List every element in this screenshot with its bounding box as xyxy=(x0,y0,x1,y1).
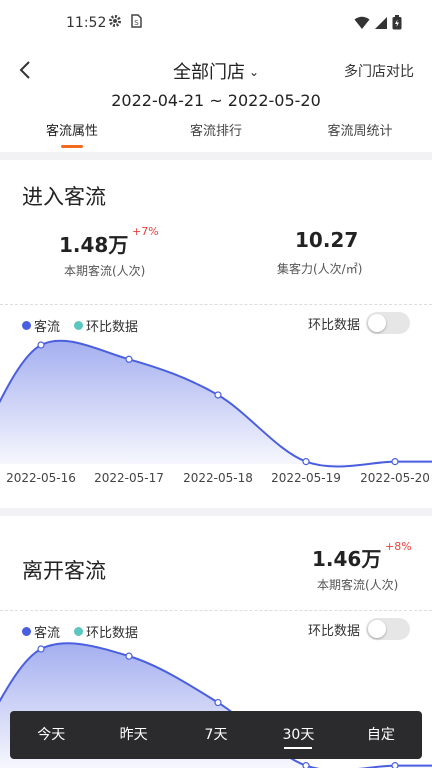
divider xyxy=(0,610,432,611)
data-point[interactable] xyxy=(214,391,222,399)
comparison-toggle-row: 环比数据 xyxy=(308,618,410,640)
x-tick-label: 2022-05-20 xyxy=(360,471,430,485)
active-tab-indicator xyxy=(61,145,83,148)
comparison-toggle-row: 环比数据 xyxy=(308,312,410,334)
card-title: 进入客流 xyxy=(22,185,106,209)
x-tick-label: 2022-05-16 xyxy=(6,471,76,485)
signal-icon xyxy=(375,16,387,29)
card-title: 离开客流 xyxy=(22,559,106,583)
x-tick-label: 2022-05-18 xyxy=(183,471,253,485)
entry-traffic-value: 1.48万 xyxy=(59,233,129,257)
exit-traffic-label: 本期客流(人次) xyxy=(317,578,399,592)
legend-item-comparison[interactable]: 环比数据 xyxy=(74,316,138,335)
comparison-toggle[interactable] xyxy=(366,312,410,334)
legend-item-traffic[interactable]: 客流 xyxy=(22,622,60,641)
exit-traffic-change: +8% xyxy=(385,540,412,553)
series-area xyxy=(0,340,432,467)
data-point[interactable] xyxy=(302,762,310,768)
status-icons-left: S xyxy=(108,14,142,28)
chart-legend: 客流 环比数据 xyxy=(22,622,138,641)
multi-store-compare-link[interactable]: 多门店对比 xyxy=(344,61,414,81)
sim-icon: S xyxy=(131,14,142,28)
tab-traffic-ranking[interactable]: 客流排行 xyxy=(144,120,288,139)
data-point[interactable] xyxy=(125,652,133,660)
status-time: 11:52 xyxy=(66,15,107,31)
comparison-toggle[interactable] xyxy=(366,618,410,640)
x-tick-label: 2022-05-19 xyxy=(271,471,341,485)
entry-traffic-change: +7% xyxy=(132,225,159,238)
attraction-label: 集客力(人次/㎡) xyxy=(277,262,363,276)
data-point[interactable] xyxy=(391,762,399,768)
period-yesterday[interactable]: 昨天 xyxy=(92,711,174,759)
toggle-knob xyxy=(368,620,386,638)
tab-bar: 客流属性 客流排行 客流周统计 xyxy=(0,120,432,150)
legend-item-comparison[interactable]: 环比数据 xyxy=(74,622,138,641)
data-point[interactable] xyxy=(37,645,45,653)
chart-legend: 客流 环比数据 xyxy=(22,316,138,335)
toggle-label: 环比数据 xyxy=(307,317,360,333)
status-bar: 11:52 S xyxy=(0,0,432,48)
data-point[interactable] xyxy=(391,458,399,466)
svg-text:S: S xyxy=(134,19,139,27)
attraction-value: 10.27 xyxy=(295,228,359,252)
date-range[interactable]: 2022-04-21 ~ 2022-05-20 xyxy=(0,91,432,110)
settings-icon xyxy=(109,15,121,27)
period-custom[interactable]: 自定 xyxy=(340,711,422,759)
period-30-days[interactable]: 30天 xyxy=(257,711,339,759)
legend-item-traffic[interactable]: 客流 xyxy=(22,316,60,335)
chevron-down-icon: ⌄ xyxy=(248,65,260,79)
data-point[interactable] xyxy=(125,355,133,363)
x-tick-label: 2022-05-17 xyxy=(94,471,164,485)
divider xyxy=(0,304,432,305)
tab-traffic-attributes[interactable]: 客流属性 xyxy=(0,120,144,139)
data-point[interactable] xyxy=(37,341,45,349)
battery-icon xyxy=(392,15,402,30)
exit-traffic-value: 1.46万 xyxy=(312,547,382,571)
data-point[interactable] xyxy=(302,458,310,466)
wifi-icon xyxy=(354,16,370,29)
data-point[interactable] xyxy=(214,698,222,707)
store-select-label: 全部门店 xyxy=(172,62,245,83)
period-selector-bar: 今天 昨天 7天 30天 自定 xyxy=(10,711,422,759)
tab-weekly-stats[interactable]: 客流周统计 xyxy=(288,120,432,139)
entry-traffic-label: 本期客流(人次) xyxy=(64,264,146,278)
status-icons-right xyxy=(354,15,402,30)
period-7-days[interactable]: 7天 xyxy=(175,711,257,759)
period-today[interactable]: 今天 xyxy=(10,711,92,759)
toggle-label: 环比数据 xyxy=(307,623,360,639)
header: 全部门店 ⌄ 多门店对比 2022-04-21 ~ 2022-05-20 客流属性… xyxy=(0,48,432,152)
entry-traffic-chart: 2022-05-16 2022-05-17 2022-05-18 2022-05-19… xyxy=(0,339,432,485)
toggle-knob xyxy=(368,314,386,332)
entry-traffic-card: 进入客流 1.48万 +7% 本期客流(人次) 10.27 集客力(人次/㎡) … xyxy=(0,160,432,508)
